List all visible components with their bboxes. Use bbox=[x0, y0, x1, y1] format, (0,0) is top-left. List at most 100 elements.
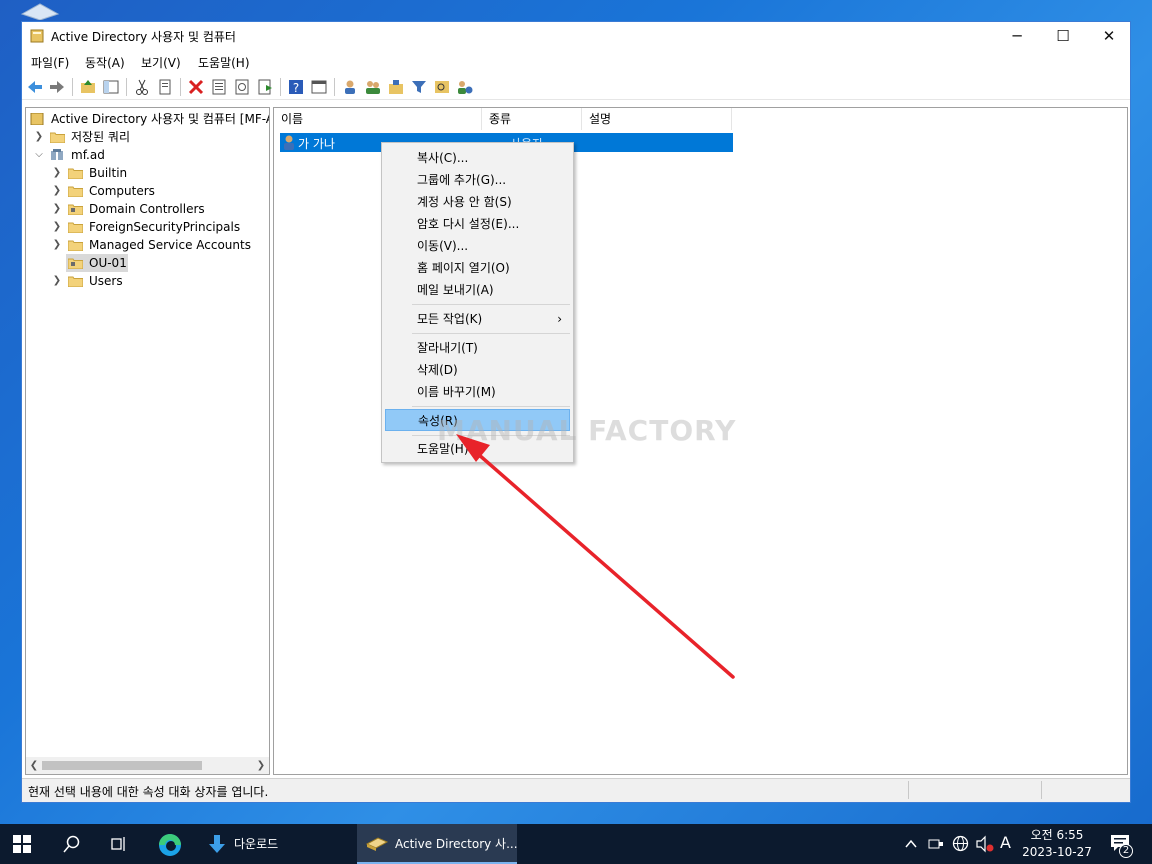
menu-help[interactable]: 도움말(H) bbox=[198, 54, 250, 71]
help-icon[interactable]: ? bbox=[287, 78, 305, 96]
chevron-right-icon[interactable]: ❯ bbox=[34, 128, 44, 146]
scroll-right-icon[interactable]: ❯ bbox=[253, 757, 269, 774]
menu-item-delete[interactable]: 삭제(D) bbox=[385, 359, 570, 381]
network-adapter-icon[interactable] bbox=[928, 836, 944, 850]
menu-item-open-home-page[interactable]: 홈 페이지 열기(O) bbox=[385, 257, 570, 279]
back-arrow-icon[interactable] bbox=[26, 78, 44, 96]
column-header-name[interactable]: 이름 bbox=[274, 108, 482, 130]
windows-start-icon[interactable] bbox=[13, 835, 31, 853]
show-console-tree-icon[interactable] bbox=[102, 78, 120, 96]
desktop-recycle-bin-icon[interactable] bbox=[20, 0, 60, 20]
menu-item-add-to-group[interactable]: 그룹에 추가(G)... bbox=[385, 169, 570, 191]
forward-arrow-icon[interactable] bbox=[48, 78, 66, 96]
find-icon[interactable] bbox=[433, 78, 451, 96]
tree-item-managed-service-accounts[interactable]: ❯ Managed Service Accounts bbox=[52, 236, 267, 254]
toolbar-separator bbox=[126, 78, 127, 96]
menu-view[interactable]: 보기(V) bbox=[141, 54, 181, 71]
tree-item-label: Builtin bbox=[89, 166, 128, 180]
menu-item-cut[interactable]: 잘라내기(T) bbox=[385, 337, 570, 359]
folder-icon bbox=[68, 186, 83, 197]
refresh-icon[interactable] bbox=[233, 78, 251, 96]
maximize-button[interactable]: ☐ bbox=[1040, 22, 1086, 50]
toolbar-separator bbox=[280, 78, 281, 96]
menu-separator bbox=[412, 304, 570, 305]
system-clock[interactable]: 오전 6:55 2023-10-27 bbox=[1020, 827, 1094, 861]
new-user-icon[interactable] bbox=[341, 78, 359, 96]
chevron-right-icon[interactable]: ❯ bbox=[52, 236, 62, 254]
menu-item-move[interactable]: 이동(V)... bbox=[385, 235, 570, 257]
chevron-up-icon[interactable] bbox=[905, 838, 917, 848]
delete-icon[interactable] bbox=[187, 78, 205, 96]
tree-item-ou-01[interactable]: OU-01 bbox=[66, 254, 128, 272]
tree-root[interactable]: Active Directory 사용자 및 컴퓨터 [MF-A bbox=[30, 110, 270, 128]
tree-item-domain[interactable]: ⌵ mf.ad bbox=[34, 146, 264, 164]
row-name: 가 가나 bbox=[298, 137, 335, 151]
user-icon bbox=[284, 135, 294, 150]
new-ou-icon[interactable] bbox=[387, 78, 405, 96]
ime-indicator[interactable]: A bbox=[1000, 833, 1011, 852]
taskbar-downloads[interactable]: 다운로드 bbox=[200, 824, 350, 864]
taskbar-ad-users-computers[interactable]: Active Directory 사... bbox=[357, 824, 518, 864]
task-view-icon[interactable] bbox=[110, 835, 128, 853]
tree-item-builtin[interactable]: ❯ Builtin bbox=[52, 164, 267, 182]
domain-icon bbox=[51, 149, 63, 160]
up-folder-icon[interactable] bbox=[79, 78, 97, 96]
chevron-right-icon[interactable]: ❯ bbox=[52, 218, 62, 236]
title-bar[interactable]: Active Directory 사용자 및 컴퓨터 ─ ☐ ✕ bbox=[22, 22, 1130, 50]
folder-icon bbox=[50, 132, 65, 143]
menu-item-all-tasks[interactable]: 모든 작업(K) › bbox=[385, 308, 570, 330]
new-group-icon[interactable] bbox=[364, 78, 382, 96]
column-header-description[interactable]: 설명 bbox=[582, 108, 732, 130]
search-icon[interactable] bbox=[63, 835, 81, 853]
cut-icon[interactable] bbox=[133, 78, 151, 96]
tree-item-users[interactable]: ❯ Users bbox=[52, 272, 267, 290]
menu-item-rename[interactable]: 이름 바꾸기(M) bbox=[385, 381, 570, 403]
chevron-right-icon[interactable]: ❯ bbox=[52, 272, 62, 290]
chevron-right-icon[interactable]: ❯ bbox=[52, 182, 62, 200]
chevron-down-icon[interactable]: ⌵ bbox=[34, 146, 44, 164]
properties-icon[interactable] bbox=[210, 78, 228, 96]
menu-item-disable-account[interactable]: 계정 사용 안 함(S) bbox=[385, 191, 570, 213]
tree-item-domain-controllers[interactable]: ❯ Domain Controllers bbox=[52, 200, 267, 218]
minimize-button[interactable]: ─ bbox=[994, 22, 1040, 50]
edge-browser-icon[interactable] bbox=[158, 833, 182, 857]
submenu-arrow-icon: › bbox=[557, 312, 562, 326]
tree-item-label: 저장된 쿼리 bbox=[71, 130, 131, 144]
close-button[interactable]: ✕ bbox=[1086, 22, 1130, 50]
speaker-muted-icon[interactable] bbox=[976, 835, 994, 853]
tree-item-saved-queries[interactable]: ❯ 저장된 쿼리 bbox=[34, 128, 264, 146]
scroll-left-icon[interactable]: ❮ bbox=[26, 757, 42, 774]
show-action-pane-icon[interactable] bbox=[310, 78, 328, 96]
notification-center[interactable]: 2 bbox=[1104, 824, 1144, 864]
ad-app-icon bbox=[366, 837, 388, 851]
tree-item-computers[interactable]: ❯ Computers bbox=[52, 182, 267, 200]
add-to-group-icon[interactable] bbox=[456, 78, 474, 96]
tree-root-label: Active Directory 사용자 및 컴퓨터 [MF-A bbox=[51, 112, 270, 126]
ou-folder-icon bbox=[68, 258, 83, 269]
ad-app-icon bbox=[30, 29, 44, 43]
svg-text:?: ? bbox=[293, 81, 299, 95]
tree-item-label: OU-01 bbox=[89, 256, 127, 270]
chevron-right-icon[interactable]: ❯ bbox=[52, 164, 62, 182]
menu-item-copy[interactable]: 복사(C)... bbox=[385, 147, 570, 169]
window-title: Active Directory 사용자 및 컴퓨터 bbox=[51, 30, 236, 44]
column-header-type[interactable]: 종류 bbox=[482, 108, 582, 130]
globe-network-icon[interactable] bbox=[952, 835, 969, 852]
chevron-right-icon[interactable]: ❯ bbox=[52, 200, 62, 218]
status-bar: 현재 선택 내용에 대한 속성 대화 상자를 엽니다. bbox=[22, 778, 1130, 802]
export-list-icon[interactable] bbox=[256, 78, 274, 96]
menu-action[interactable]: 동작(A) bbox=[85, 54, 125, 71]
notification-count-badge: 2 bbox=[1119, 844, 1133, 858]
folder-icon bbox=[68, 168, 83, 179]
copy-icon[interactable] bbox=[156, 78, 174, 96]
filter-icon[interactable] bbox=[410, 78, 428, 96]
tree-item-label: mf.ad bbox=[71, 148, 105, 162]
taskbar-ad-label: Active Directory 사... bbox=[395, 837, 518, 851]
horizontal-scrollbar[interactable]: ❮ ❯ bbox=[26, 757, 269, 774]
scrollbar-thumb[interactable] bbox=[42, 761, 202, 770]
tree-item-foreign-security-principals[interactable]: ❯ ForeignSecurityPrincipals bbox=[52, 218, 267, 236]
menu-item-send-mail[interactable]: 메일 보내기(A) bbox=[385, 279, 570, 301]
menu-item-reset-password[interactable]: 암호 다시 설정(E)... bbox=[385, 213, 570, 235]
status-text: 현재 선택 내용에 대한 속성 대화 상자를 엽니다. bbox=[28, 785, 269, 799]
menu-file[interactable]: 파일(F) bbox=[31, 54, 69, 71]
